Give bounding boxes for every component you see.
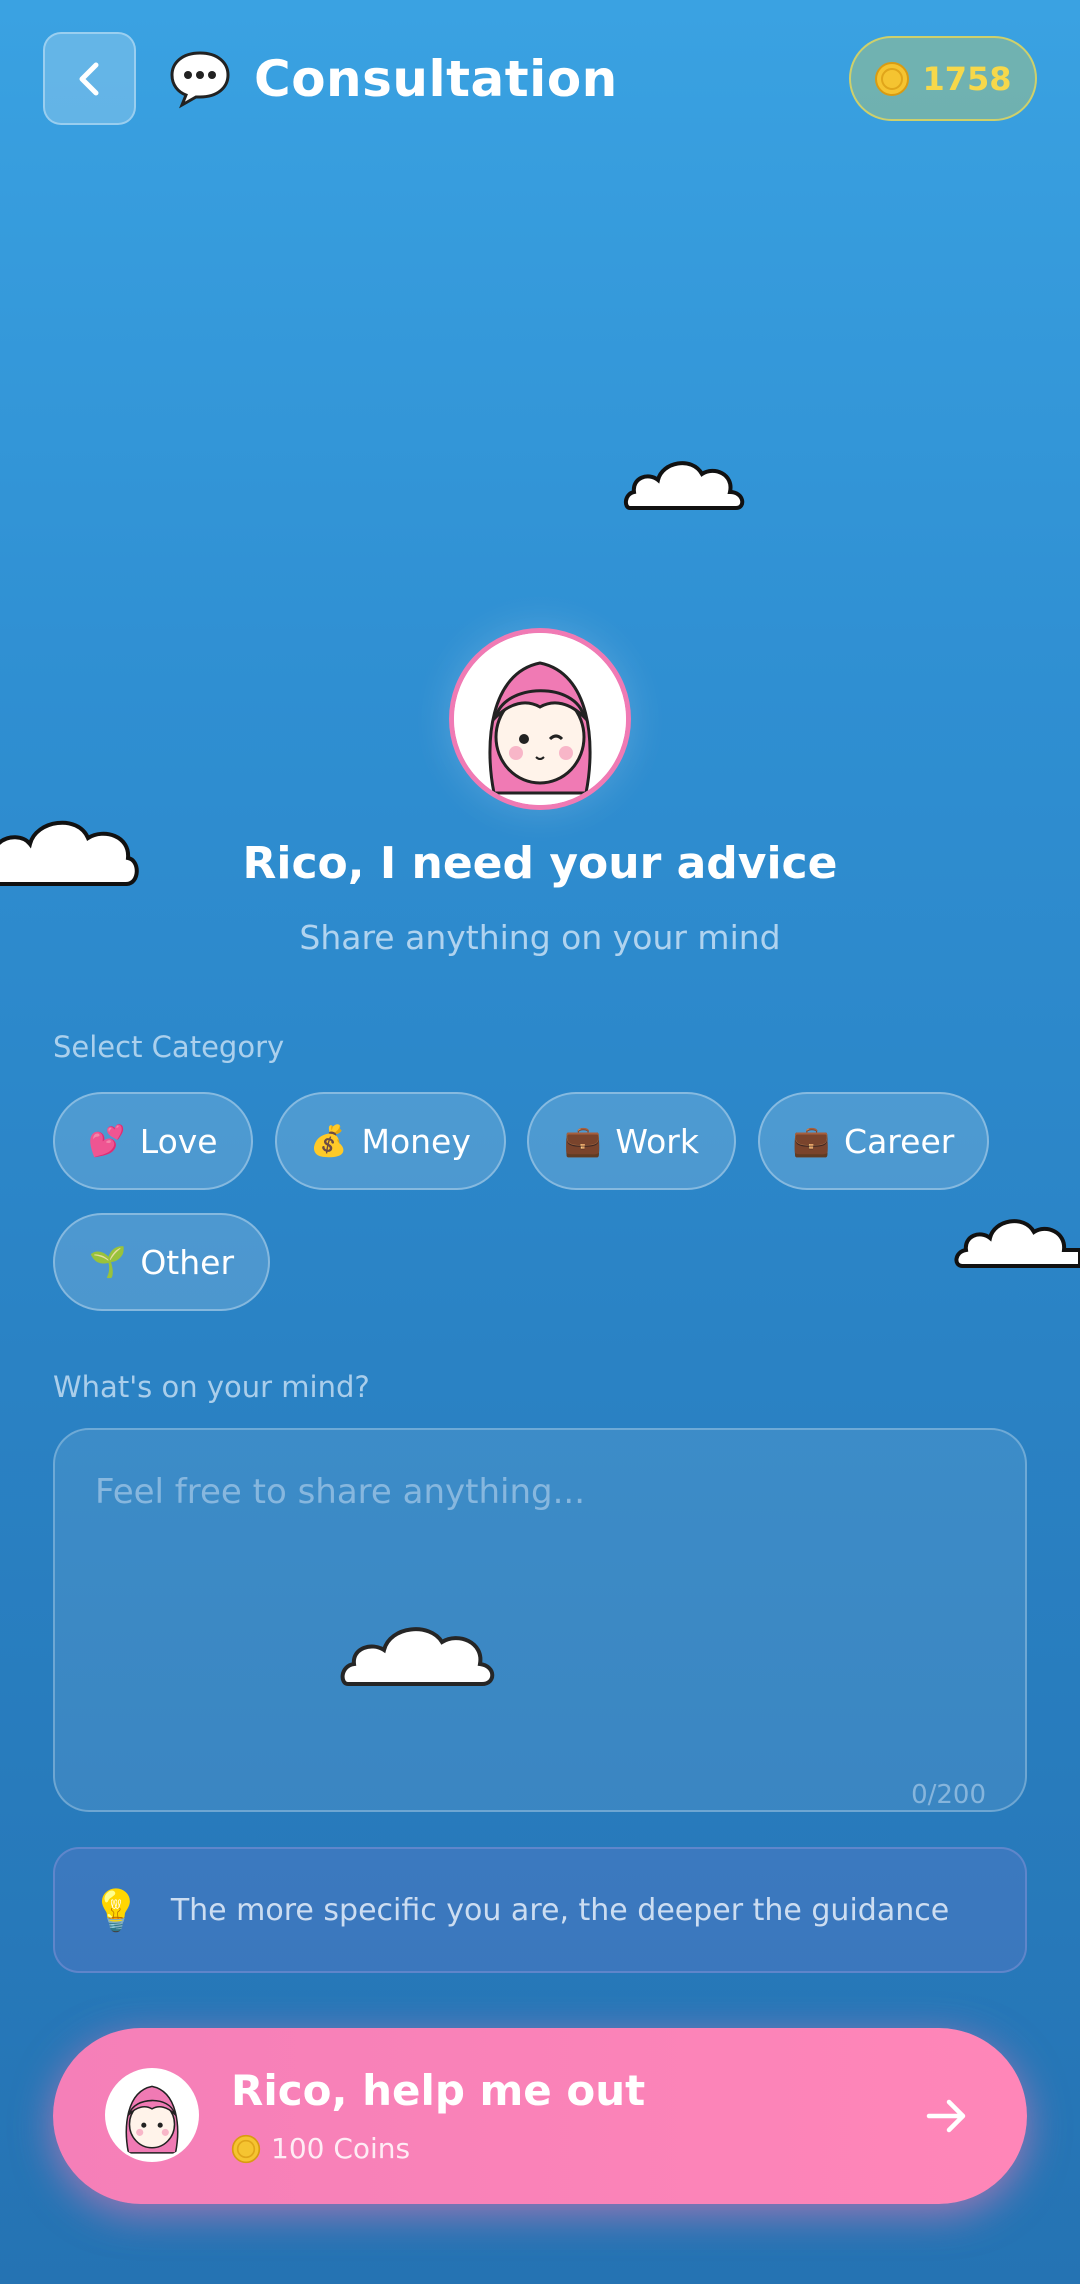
chip-label: Career <box>844 1121 955 1161</box>
advisor-avatar-small <box>105 2068 199 2162</box>
briefcase-icon: 💼 <box>564 1123 602 1159</box>
coin-balance-badge[interactable]: 1758 <box>849 36 1037 121</box>
category-chip-other[interactable]: 🌱 Other <box>53 1213 270 1311</box>
chip-label: Other <box>140 1242 235 1282</box>
lightbulb-icon: 💡 <box>91 1887 141 1934</box>
coin-icon <box>875 61 910 96</box>
coin-icon <box>231 2134 261 2163</box>
cta-cost: 100 Coins <box>231 2132 410 2165</box>
tip-banner: 💡 The more specific you are, the deeper … <box>53 1847 1027 1973</box>
textarea-placeholder: Feel free to share anything... <box>95 1472 586 1512</box>
chip-label: Money <box>361 1121 471 1161</box>
arrow-right-icon <box>926 2099 966 2133</box>
chevron-left-icon <box>79 62 98 95</box>
category-label: Select Category <box>53 1030 285 1064</box>
chip-label: Work <box>615 1121 699 1161</box>
cta-title: Rico, help me out <box>231 2066 646 2115</box>
category-chip-money[interactable]: 💰 Money <box>275 1092 506 1190</box>
cta-cost-text: 100 Coins <box>271 2132 411 2165</box>
header-title: Consultation <box>168 44 618 114</box>
message-textarea[interactable]: Feel free to share anything... <box>53 1428 1027 1812</box>
seedling-icon: 🌱 <box>88 1244 127 1280</box>
category-chip-career[interactable]: 💼 Career <box>758 1092 989 1190</box>
back-button[interactable] <box>43 32 136 125</box>
page-title: Consultation <box>254 50 618 108</box>
category-chip-love[interactable]: 💕 Love <box>53 1092 253 1190</box>
submit-consultation-button[interactable]: Rico, help me out 100 Coins <box>53 2028 1027 2204</box>
briefcase-icon: 💼 <box>792 1123 831 1159</box>
input-label: What's on your mind? <box>53 1370 370 1404</box>
coin-count: 1758 <box>922 59 1012 98</box>
chip-label: Love <box>139 1121 218 1161</box>
hero-title: Rico, I need your advice <box>242 838 838 889</box>
speech-bubble-icon <box>170 51 230 109</box>
heart-icon: 💕 <box>88 1123 126 1159</box>
character-counter: 0/200 <box>911 1780 986 1810</box>
advisor-avatar <box>449 628 631 810</box>
tip-text: The more specific you are, the deeper th… <box>170 1892 950 1928</box>
hero-subtitle: Share anything on your mind <box>299 918 781 957</box>
cloud-decoration <box>954 1219 1080 1268</box>
cloud-decoration <box>623 461 745 510</box>
money-bag-icon: 💰 <box>310 1123 348 1159</box>
category-chip-work[interactable]: 💼 Work <box>527 1092 736 1190</box>
